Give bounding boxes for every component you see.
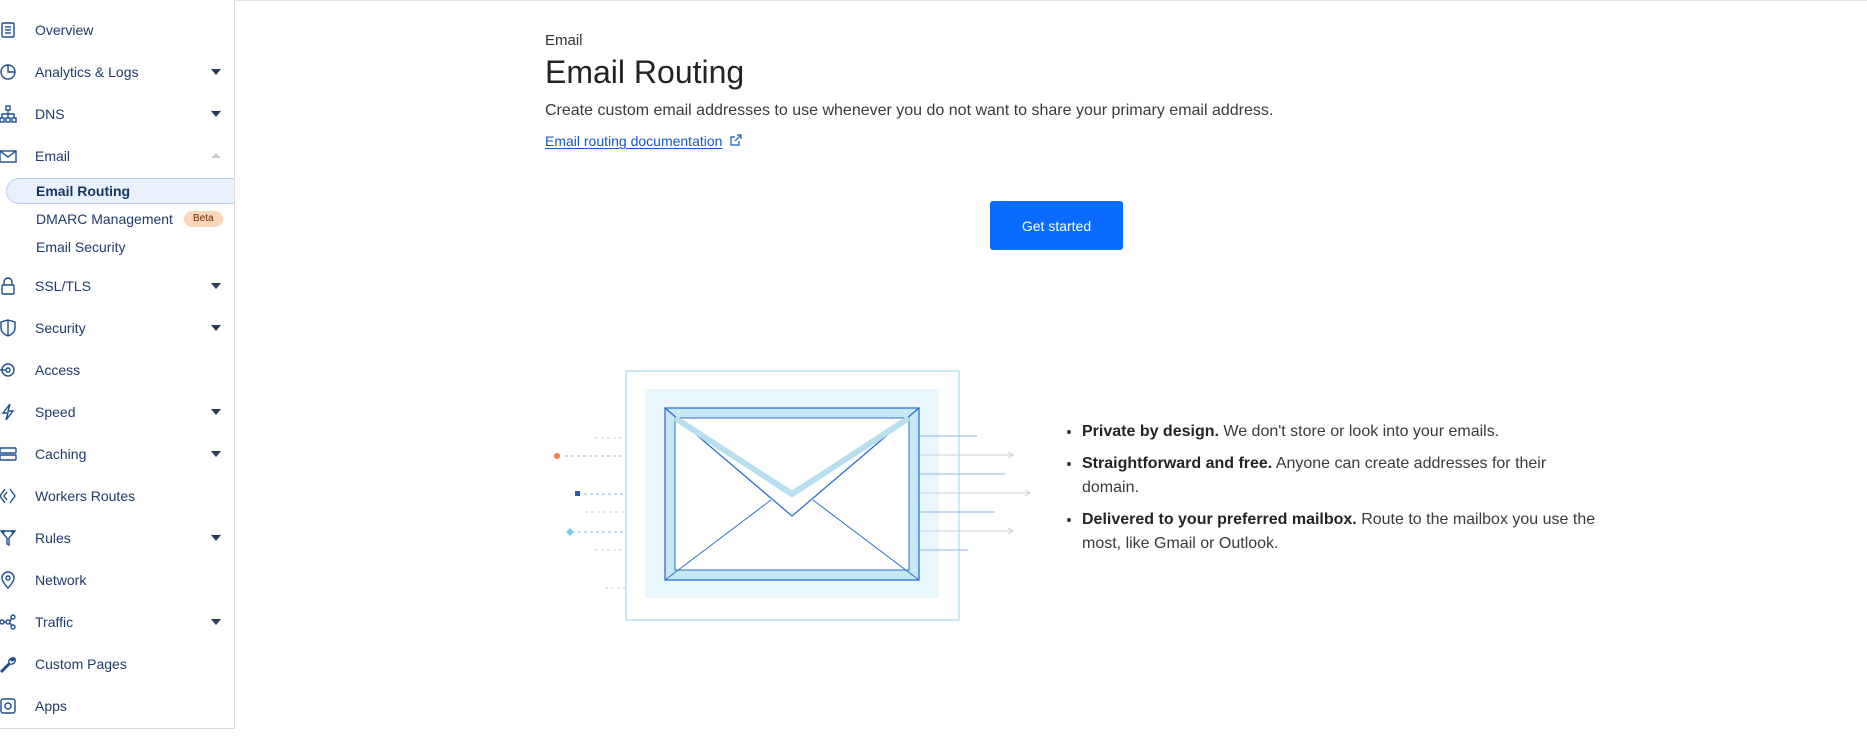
feature-title: Straightforward and free.	[1082, 455, 1273, 472]
sidebar-item-label: DNS	[35, 106, 65, 122]
sidebar: Overview Analytics & Logs DNS Email Emai…	[0, 0, 235, 729]
sidebar-item-label: Workers Routes	[35, 488, 136, 504]
sidebar-item-ssl-tls[interactable]: SSL/TLS	[0, 269, 234, 303]
sidebar-item-label: Traffic	[35, 614, 74, 630]
sidebar-item-security[interactable]: Security	[0, 311, 234, 345]
lock-icon	[0, 277, 17, 295]
sidebar-item-label: Speed	[35, 404, 76, 420]
chevron-down-icon[interactable]	[211, 283, 221, 289]
documentation-link[interactable]: Email routing documentation	[545, 133, 722, 149]
sidebar-item-label: Apps	[35, 698, 67, 714]
sidebar-item-rules[interactable]: Rules	[0, 521, 234, 555]
sidebar-item-speed[interactable]: Speed	[0, 395, 234, 429]
chevron-down-icon[interactable]	[211, 451, 221, 457]
chevron-down-icon[interactable]	[211, 325, 221, 331]
feature-text: We don't store or look into your emails.	[1218, 423, 1500, 440]
access-icon	[0, 361, 17, 379]
sidebar-item-label: Email	[35, 148, 71, 164]
email-envelope-illustration	[545, 368, 1040, 623]
sidebar-item-label: Overview	[35, 22, 94, 38]
sidebar-item-label: Security	[35, 320, 86, 336]
document-icon	[0, 21, 17, 39]
sidebar-subitem-dmarc[interactable]: DMARC Management Beta	[6, 206, 234, 232]
traffic-nodes-icon	[0, 613, 17, 631]
sidebar-item-label: Access	[35, 362, 81, 378]
feature-list: Private by design. We don't store or loo…	[1060, 420, 1602, 564]
pie-chart-icon	[0, 63, 17, 81]
network-tree-icon	[0, 105, 17, 123]
server-stack-icon	[0, 445, 17, 463]
sidebar-subitem-email-security[interactable]: Email Security	[6, 234, 234, 260]
sidebar-item-label: Caching	[35, 446, 87, 462]
top-border	[234, 0, 1867, 1]
sidebar-item-workers-routes[interactable]: Workers Routes	[0, 479, 234, 513]
beta-badge: Beta	[184, 211, 223, 227]
chevron-down-icon[interactable]	[211, 111, 221, 117]
sidebar-item-label: Custom Pages	[35, 656, 127, 672]
sidebar-subitem-email-routing[interactable]: Email Routing	[6, 178, 234, 204]
breadcrumb: Email	[545, 32, 583, 49]
sidebar-item-caching[interactable]: Caching	[0, 437, 234, 471]
wrench-icon	[0, 655, 17, 673]
get-started-button[interactable]: Get started	[990, 201, 1123, 250]
location-pin-icon	[0, 571, 17, 589]
feature-title: Private by design.	[1082, 423, 1219, 440]
lightning-icon	[0, 403, 17, 421]
shield-icon	[0, 319, 17, 337]
sidebar-item-dns[interactable]: DNS	[0, 97, 234, 131]
sidebar-item-traffic[interactable]: Traffic	[0, 605, 234, 639]
chevron-down-icon[interactable]	[211, 535, 221, 541]
sidebar-item-overview[interactable]: Overview	[0, 13, 234, 47]
sidebar-item-access[interactable]: Access	[0, 353, 234, 387]
page-title: Email Routing	[545, 54, 745, 90]
sidebar-item-analytics[interactable]: Analytics & Logs	[0, 55, 234, 89]
workers-icon	[0, 487, 17, 505]
sidebar-item-apps[interactable]: Apps	[0, 689, 234, 723]
funnel-icon	[0, 529, 17, 547]
sidebar-item-label: Network	[35, 572, 87, 588]
sidebar-item-label: Analytics & Logs	[35, 64, 139, 80]
chevron-down-icon[interactable]	[211, 409, 221, 415]
mail-icon	[0, 147, 17, 165]
chevron-down-icon[interactable]	[211, 69, 221, 75]
feature-item: Straightforward and free. Anyone can cre…	[1082, 452, 1602, 500]
external-link-icon[interactable]	[729, 134, 742, 147]
sidebar-subitem-label: Email Routing	[36, 183, 131, 199]
chevron-down-icon[interactable]	[211, 619, 221, 625]
feature-item: Delivered to your preferred mailbox. Rou…	[1082, 508, 1602, 556]
sidebar-item-label: Rules	[35, 530, 71, 546]
feature-item: Private by design. We don't store or loo…	[1082, 420, 1602, 444]
page-description: Create custom email addresses to use whe…	[545, 102, 1274, 119]
feature-title: Delivered to your preferred mailbox.	[1082, 511, 1357, 528]
chevron-up-icon[interactable]	[211, 153, 221, 158]
sidebar-item-email[interactable]: Email	[0, 139, 234, 173]
sidebar-item-custom-pages[interactable]: Custom Pages	[0, 647, 234, 681]
sidebar-subitem-label: DMARC Management	[36, 211, 173, 227]
sidebar-subitem-label: Email Security	[36, 239, 126, 255]
sidebar-item-network[interactable]: Network	[0, 563, 234, 597]
apps-icon	[0, 697, 17, 715]
sidebar-item-label: SSL/TLS	[35, 278, 92, 294]
